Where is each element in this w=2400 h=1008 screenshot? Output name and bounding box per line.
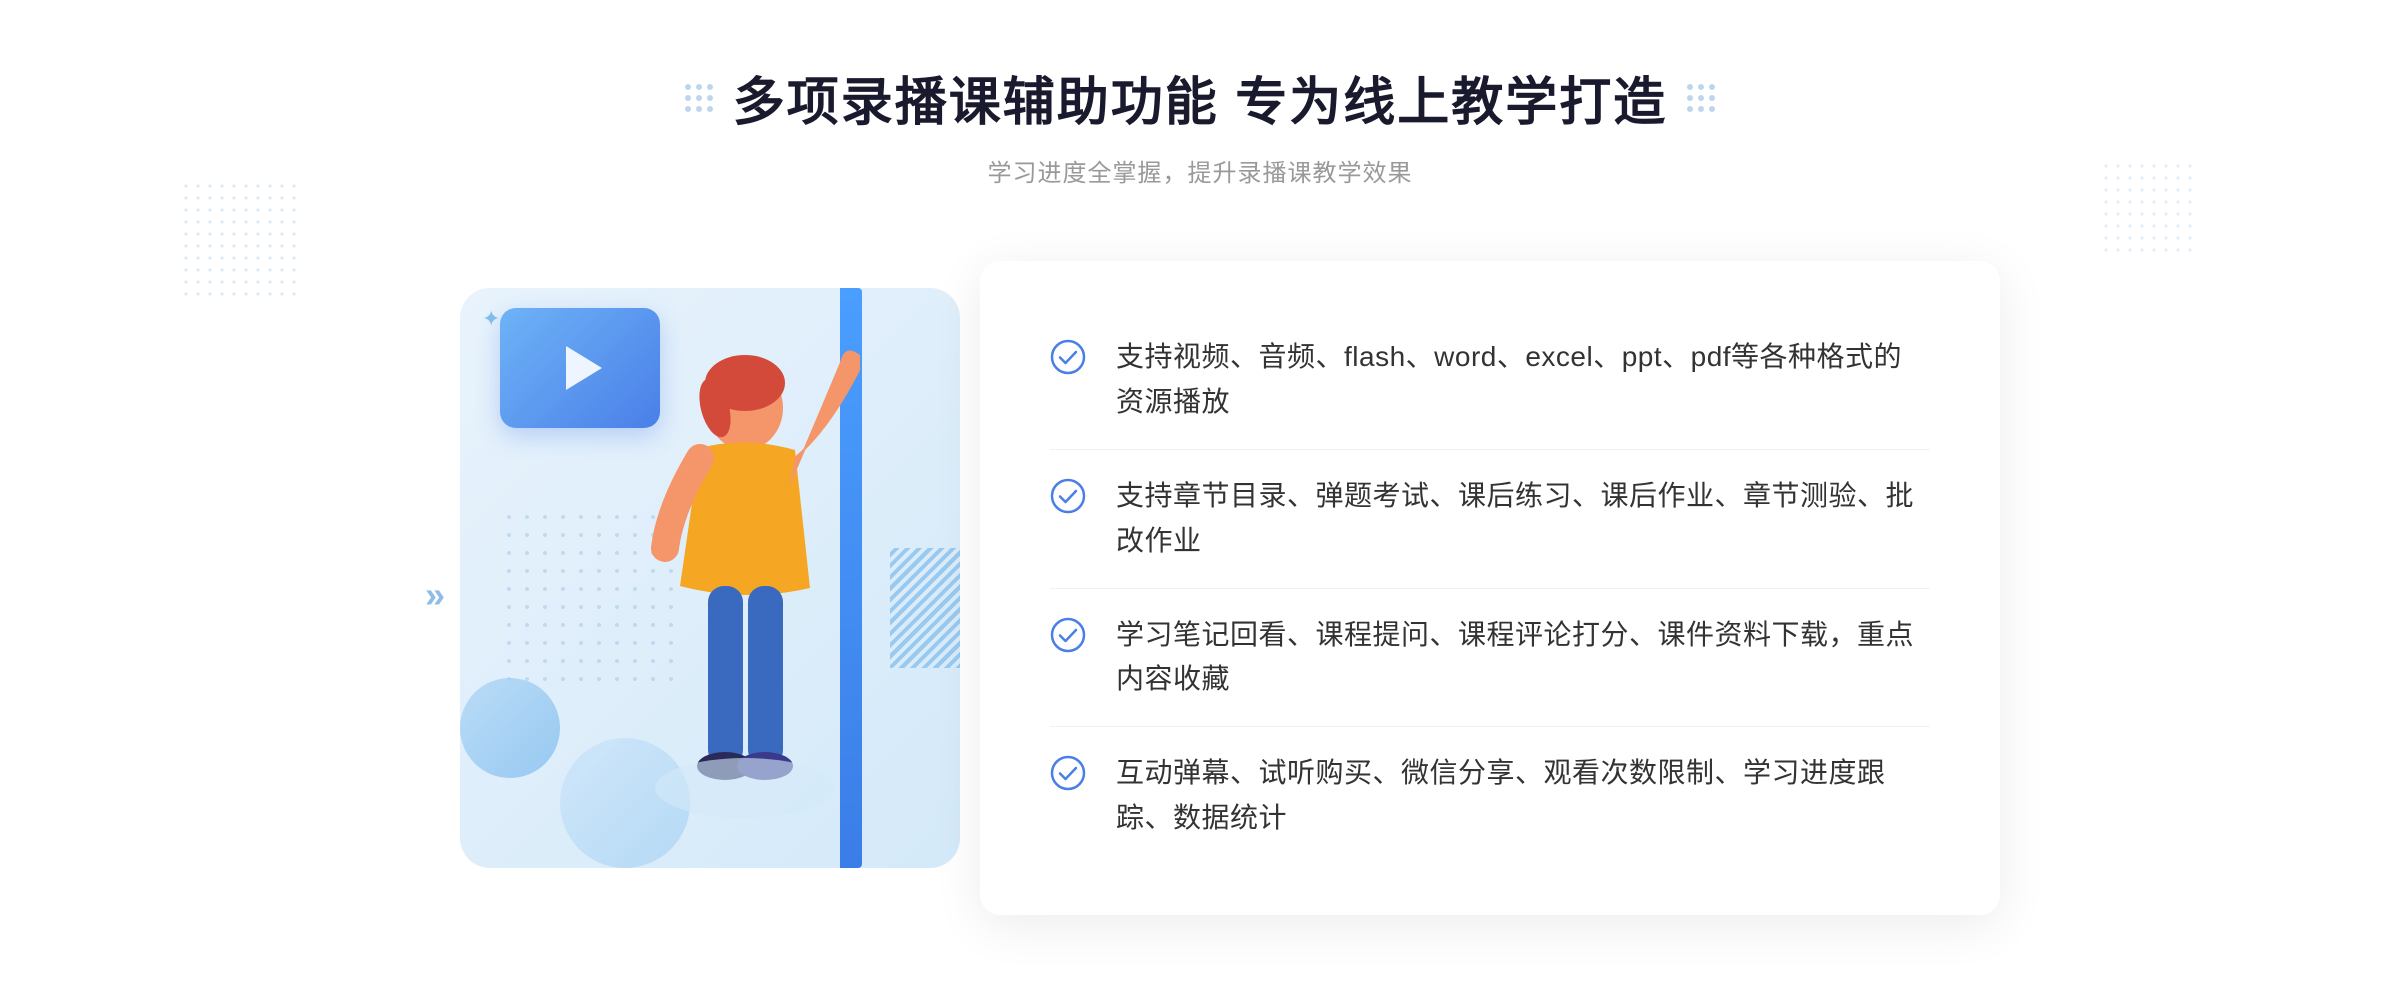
feature-item-3: 学习笔记回看、课程提问、课程评论打分、课件资料下载，重点内容收藏	[1050, 589, 1930, 728]
header-title-row: 多项录播课辅助功能 专为线上教学打造	[685, 60, 1715, 135]
features-card: 支持视频、音频、flash、word、excel、ppt、pdf等各种格式的资源…	[980, 261, 2000, 914]
page-title: 多项录播课辅助功能 专为线上教学打造	[733, 60, 1667, 135]
feature-text-1: 支持视频、音频、flash、word、excel、ppt、pdf等各种格式的资源…	[1116, 335, 1930, 425]
illustration-area: ✦ »	[400, 248, 1020, 928]
page-subtitle: 学习进度全掌握，提升录播课教学效果	[685, 153, 1715, 188]
feature-text-4: 互动弹幕、试听购买、微信分享、观看次数限制、学习进度跟踪、数据统计	[1116, 751, 1930, 841]
feature-text-3: 学习笔记回看、课程提问、课程评论打分、课件资料下载，重点内容收藏	[1116, 613, 1930, 703]
title-dots-left	[685, 84, 713, 112]
check-icon-4	[1050, 755, 1086, 791]
bg-dots-left	[180, 180, 300, 300]
title-dots-right	[1687, 84, 1715, 112]
human-figure	[600, 328, 860, 888]
blue-circle-1	[460, 678, 560, 778]
chevron-decoration: »	[425, 574, 445, 616]
feature-item-4: 互动弹幕、试听购买、微信分享、观看次数限制、学习进度跟踪、数据统计	[1050, 727, 1930, 865]
check-icon-3	[1050, 617, 1086, 653]
feature-item-2: 支持章节目录、弹题考试、课后练习、课后作业、章节测验、批改作业	[1050, 450, 1930, 589]
check-icon-1	[1050, 339, 1086, 375]
main-content: ✦ »	[400, 248, 2000, 928]
page-wrapper: 多项录播课辅助功能 专为线上教学打造	[0, 0, 2400, 1008]
bg-dots-right	[2100, 160, 2200, 260]
sparkle-decoration: ✦	[482, 306, 500, 332]
feature-text-2: 支持章节目录、弹题考试、课后练习、课后作业、章节测验、批改作业	[1116, 474, 1930, 564]
feature-item-1: 支持视频、音频、flash、word、excel、ppt、pdf等各种格式的资源…	[1050, 311, 1930, 450]
stripe-decoration	[890, 548, 960, 668]
play-icon	[566, 346, 602, 390]
check-icon-2	[1050, 478, 1086, 514]
header-section: 多项录播课辅助功能 专为线上教学打造	[685, 60, 1715, 188]
